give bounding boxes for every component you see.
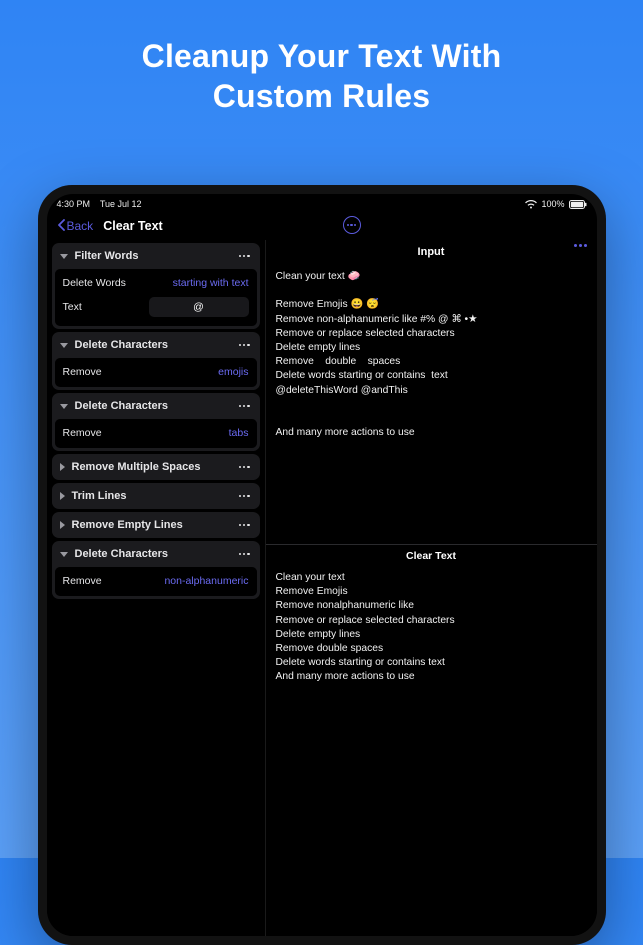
nav-bar: Back Clear Text — [47, 212, 597, 240]
rule-card-header[interactable]: Remove Empty Lines — [52, 512, 260, 538]
rule-more-button[interactable] — [237, 524, 252, 527]
promo-line-1: Cleanup Your Text With — [142, 38, 502, 74]
rule-card-header[interactable]: Delete Characters — [52, 393, 260, 419]
output-title: Clear Text — [266, 544, 597, 565]
rule-title: Delete Characters — [75, 400, 230, 412]
wifi-icon — [525, 200, 537, 209]
promo-line-2: Custom Rules — [213, 78, 431, 114]
rule-title: Delete Characters — [75, 548, 230, 560]
tablet-screen: 4:30 PM Tue Jul 12 100% Back — [47, 194, 597, 936]
ellipsis-circle-icon — [347, 224, 356, 226]
rule-title: Delete Characters — [75, 339, 230, 351]
rule-row-label: Delete Words — [63, 277, 126, 289]
rule-row-label: Remove — [63, 427, 102, 439]
rule-card: Remove Multiple Spaces — [52, 454, 260, 480]
nav-more-button[interactable] — [343, 216, 361, 234]
status-right: 100% — [525, 199, 586, 209]
chevron-right-icon[interactable] — [60, 492, 65, 500]
content-split: Filter Words Delete Words starting with te… — [47, 240, 597, 936]
rule-body: Remove emojis — [55, 358, 257, 387]
rule-card-header[interactable]: Trim Lines — [52, 483, 260, 509]
input-header: Input — [266, 240, 597, 264]
rule-row-label: Remove — [63, 366, 102, 378]
chevron-right-icon[interactable] — [60, 463, 65, 471]
rule-row-label: Remove — [63, 575, 102, 587]
rule-more-button[interactable] — [237, 344, 252, 347]
rule-title: Filter Words — [75, 250, 230, 262]
chevron-down-icon[interactable] — [60, 552, 68, 557]
rule-card-header[interactable]: Remove Multiple Spaces — [52, 454, 260, 480]
rule-row: Delete Words starting with text — [63, 277, 249, 289]
rule-card-header[interactable]: Delete Characters — [52, 541, 260, 567]
chevron-down-icon[interactable] — [60, 404, 68, 409]
nav-title: Clear Text — [103, 219, 163, 233]
main-pane: Input Clean your text 🧼 Remove Emojis 😀 … — [266, 240, 597, 936]
rule-title: Remove Empty Lines — [72, 519, 230, 531]
rule-card: Remove Empty Lines — [52, 512, 260, 538]
rule-row-value[interactable]: tabs — [229, 427, 249, 439]
rule-more-button[interactable] — [237, 405, 252, 408]
input-text-area[interactable]: Clean your text 🧼 Remove Emojis 😀 😴 Remo… — [266, 264, 597, 544]
input-title: Input — [418, 246, 445, 258]
rule-row-value[interactable]: emojis — [218, 366, 248, 378]
rule-row: Remove non-alphanumeric — [63, 575, 249, 587]
rule-title: Remove Multiple Spaces — [72, 461, 230, 473]
battery-percent: 100% — [541, 199, 564, 209]
rule-body: Delete Words starting with text Text @ — [55, 269, 257, 326]
output-text-area: Clean your text Remove Emojis Remove non… — [266, 565, 597, 693]
rule-row: Text @ — [63, 297, 249, 317]
tablet-frame: 4:30 PM Tue Jul 12 100% Back — [38, 185, 606, 945]
rule-more-button[interactable] — [237, 466, 252, 469]
back-label: Back — [67, 219, 94, 233]
chevron-down-icon[interactable] — [60, 343, 68, 348]
rule-text-input[interactable]: @ — [149, 297, 249, 317]
rule-card-header[interactable]: Filter Words — [52, 243, 260, 269]
rule-row: Remove emojis — [63, 366, 249, 378]
rule-more-button[interactable] — [237, 495, 252, 498]
rule-card: Filter Words Delete Words starting with te… — [52, 243, 260, 329]
rule-card: Trim Lines — [52, 483, 260, 509]
status-date: Tue Jul 12 — [100, 199, 142, 209]
rule-row-value[interactable]: non-alphanumeric — [164, 575, 248, 587]
rule-more-button[interactable] — [237, 255, 252, 258]
rule-title: Trim Lines — [72, 490, 230, 502]
chevron-right-icon[interactable] — [60, 521, 65, 529]
rule-card: Delete Characters Remove tabs — [52, 393, 260, 451]
rule-card-header[interactable]: Delete Characters — [52, 332, 260, 358]
input-more-button[interactable] — [574, 244, 587, 247]
status-bar: 4:30 PM Tue Jul 12 100% — [47, 194, 597, 212]
promo-title: Cleanup Your Text With Custom Rules — [0, 0, 643, 144]
status-left: 4:30 PM Tue Jul 12 — [57, 199, 142, 209]
rules-sidebar[interactable]: Filter Words Delete Words starting with te… — [47, 240, 266, 936]
rule-row-label: Text — [63, 301, 82, 313]
rule-row: Remove tabs — [63, 427, 249, 439]
rule-card: Delete Characters Remove emojis — [52, 332, 260, 390]
back-button[interactable]: Back — [57, 219, 94, 234]
rule-body: Remove tabs — [55, 419, 257, 448]
status-time: 4:30 PM — [57, 199, 91, 209]
rule-body: Remove non-alphanumeric — [55, 567, 257, 596]
rule-card: Delete Characters Remove non-alphanumeric — [52, 541, 260, 599]
chevron-down-icon[interactable] — [60, 254, 68, 259]
chevron-left-icon — [57, 219, 65, 234]
battery-full-icon — [569, 200, 587, 209]
rule-row-value[interactable]: starting with text — [173, 277, 249, 289]
rule-more-button[interactable] — [237, 553, 252, 556]
